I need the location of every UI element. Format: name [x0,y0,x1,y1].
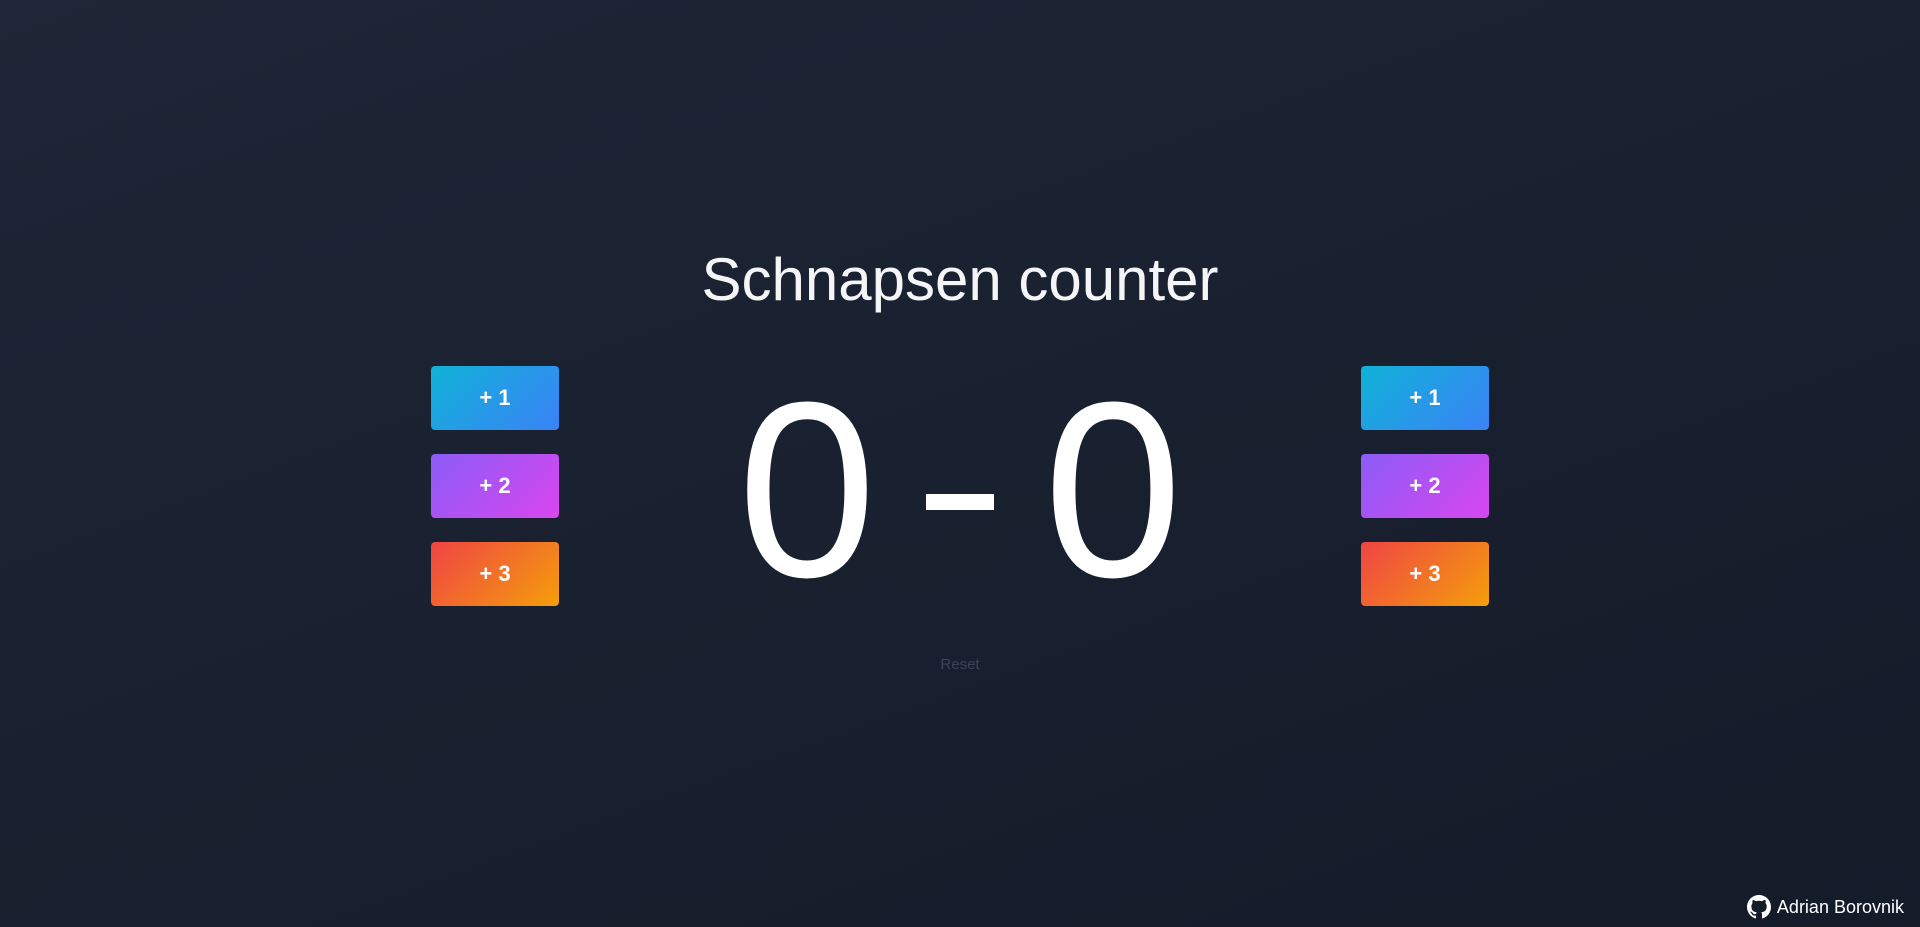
right-add-3-button[interactable]: + 3 [1361,542,1489,606]
author-name: Adrian Borovnik [1776,896,1904,917]
reset-button[interactable]: Reset [0,656,1920,673]
score-separator [926,494,994,510]
right-add-2-button[interactable]: + 2 [1361,454,1489,518]
right-player-buttons: + 1 + 2 + 3 [1361,366,1489,630]
scoreboard: 0 0 [0,360,1920,620]
right-add-1-button[interactable]: + 1 [1361,366,1489,430]
author-link[interactable]: Adrian Borovnik [1746,895,1904,919]
right-score: 0 [1043,350,1183,629]
page-title: Schnapsen counter [701,246,1219,313]
github-icon [1746,895,1771,919]
left-score: 0 [737,350,877,629]
